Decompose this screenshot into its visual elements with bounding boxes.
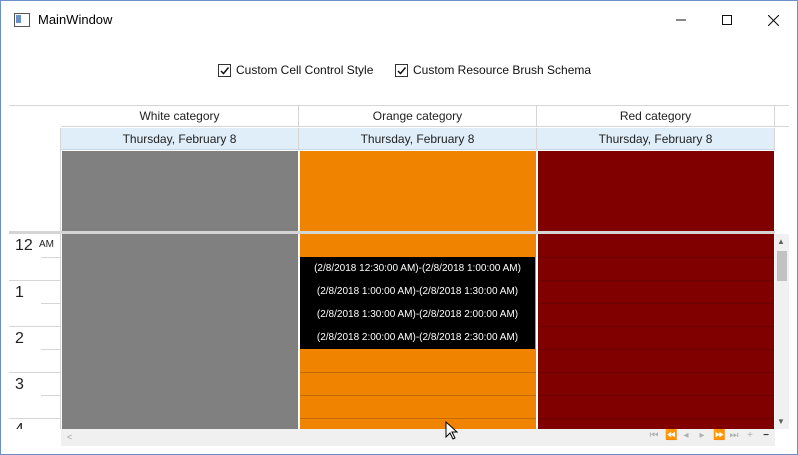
next-page-icon[interactable]: ⏩ (713, 430, 725, 441)
scroll-down-icon[interactable]: ▼ (777, 417, 785, 426)
custom-brush-schema-label: Custom Resource Brush Schema (413, 63, 592, 77)
hour-label: 3 (15, 376, 24, 393)
app-window-icon (14, 13, 30, 27)
ampm-label: AM (39, 239, 54, 250)
prev-icon[interactable]: ◂ (681, 430, 691, 441)
custom-cell-style-label: Custom Cell Control Style (236, 63, 374, 77)
date-navigator: ⏮ ⏪ ◂ ▸ ⏩ ⏭ + − (649, 430, 771, 441)
minimize-button[interactable] (658, 1, 704, 39)
time-column-white[interactable] (62, 234, 298, 429)
appointments-group: (2/8/2018 12:30:00 AM)-(2/8/2018 1:00:00… (300, 257, 535, 349)
header-corner (775, 106, 789, 127)
zoom-out-icon[interactable]: − (761, 430, 771, 441)
maximize-button[interactable] (704, 1, 750, 39)
close-icon (767, 14, 779, 26)
hour-label: 4 (15, 421, 24, 429)
last-page-icon[interactable]: ⏭ (729, 430, 739, 441)
main-window: MainWindow Custom Cell Control Style Cus… (0, 0, 798, 455)
prev-page-icon[interactable]: ⏪ (665, 430, 677, 441)
options-bar: Custom Cell Control Style Custom Resourc… (1, 39, 797, 105)
close-button[interactable] (750, 1, 796, 39)
custom-cell-style-checkbox[interactable]: Custom Cell Control Style (218, 63, 373, 77)
scroll-left-icon[interactable]: < (67, 432, 72, 442)
appointment[interactable]: (2/8/2018 2:00:00 AM)-(2/8/2018 2:30:00 … (300, 326, 535, 349)
scheduler: White category Orange category Red categ… (9, 105, 789, 449)
vertical-scrollbar[interactable]: ▲ ▼ (775, 234, 789, 429)
scroll-up-icon[interactable]: ▲ (777, 237, 785, 246)
time-column-red[interactable] (538, 234, 774, 429)
window-title: MainWindow (38, 12, 113, 27)
mouse-cursor-icon (445, 421, 459, 440)
vertical-scroll-thumb[interactable] (777, 251, 787, 281)
appointment[interactable]: (2/8/2018 12:30:00 AM)-(2/8/2018 1:00:00… (300, 257, 535, 280)
date-header-red[interactable]: Thursday, February 8 (537, 128, 775, 150)
minimize-icon (676, 19, 686, 21)
horizontal-scrollbar[interactable]: < ⏮ ⏪ ◂ ▸ ⏩ ⏭ + − (61, 429, 775, 446)
custom-brush-schema-checkbox[interactable]: Custom Resource Brush Schema (395, 63, 591, 77)
all-day-cell-white[interactable] (62, 151, 298, 231)
zoom-in-icon[interactable]: + (745, 430, 755, 441)
all-day-gutter (9, 128, 61, 231)
checkbox-checked-icon[interactable] (218, 63, 231, 77)
date-header-white[interactable]: Thursday, February 8 (61, 128, 299, 150)
hour-label: 1 (15, 284, 24, 301)
all-day-cell-red[interactable] (538, 151, 774, 231)
checkbox-checked-icon[interactable] (395, 63, 408, 77)
resource-header-orange[interactable]: Orange category (299, 106, 537, 127)
appointment[interactable]: (2/8/2018 1:00:00 AM)-(2/8/2018 1:30:00 … (300, 280, 535, 303)
maximize-icon (722, 15, 732, 25)
hour-label: 12 (15, 237, 33, 254)
next-icon[interactable]: ▸ (697, 430, 707, 441)
resource-header-red[interactable]: Red category (537, 106, 775, 127)
date-header-orange[interactable]: Thursday, February 8 (299, 128, 537, 150)
first-page-icon[interactable]: ⏮ (649, 430, 659, 441)
time-ruler: 12 AM 1 2 3 4 (9, 234, 61, 429)
all-day-cell-orange[interactable] (300, 151, 536, 231)
title-bar[interactable]: MainWindow (1, 1, 797, 39)
appointment[interactable]: (2/8/2018 1:30:00 AM)-(2/8/2018 2:00:00 … (300, 303, 535, 326)
hour-label: 2 (15, 330, 24, 347)
resource-header-white[interactable]: White category (61, 106, 299, 127)
